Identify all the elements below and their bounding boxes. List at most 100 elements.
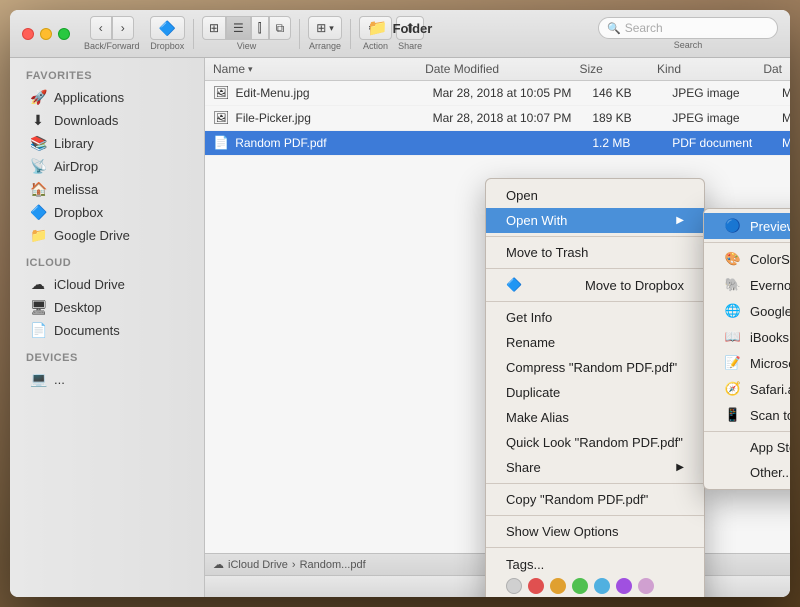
menu-item-open[interactable]: Open: [486, 183, 704, 208]
submenu-item-scantomobile[interactable]: 📱 Scan to Mobile.app: [704, 402, 790, 428]
arrange-label: Arrange: [309, 41, 341, 51]
sort-arrow: ▾: [248, 64, 253, 75]
file-icon-1: 🖼: [213, 110, 230, 126]
view-icon-button[interactable]: ⊞: [202, 16, 226, 40]
file-icon-2: 📄: [213, 135, 229, 151]
sidebar-label-melissa: melissa: [54, 182, 98, 197]
window-title-text: Folder: [393, 21, 433, 36]
sidebar-item-dropbox[interactable]: 🔷 Dropbox: [14, 201, 200, 224]
tags-label[interactable]: Tags...: [506, 557, 684, 572]
sidebar-label-dropbox: Dropbox: [54, 205, 103, 220]
menu-item-open-with[interactable]: Open With ▶ 🔵 Preview.app (default) 🎨 Co…: [486, 208, 704, 233]
table-row[interactable]: 🖼 Edit-Menu.jpg Mar 28, 2018 at 10:05 PM…: [205, 81, 790, 106]
file-icon-0: 🖼: [213, 85, 230, 101]
view-button-group: ⊞ ☰ ⫿ ⧉: [202, 16, 291, 40]
sidebar-item-applications[interactable]: 🚀 Applications: [14, 86, 200, 109]
tag-dot-green[interactable]: [572, 578, 588, 594]
menu-share-label: Share: [506, 460, 541, 475]
sidebar-label-downloads: Downloads: [54, 113, 118, 128]
back-button[interactable]: ‹: [90, 16, 112, 40]
tag-dot-blue[interactable]: [594, 578, 610, 594]
dropbox-label: Dropbox: [150, 41, 184, 51]
menu-item-getinfo[interactable]: Get Info: [486, 305, 704, 330]
sidebar-item-desktop[interactable]: 🖥 Desktop: [14, 296, 200, 319]
submenu-item-safari[interactable]: 🧭 Safari.app: [704, 376, 790, 402]
search-input-wrap[interactable]: 🔍 Search: [598, 17, 778, 39]
dropbox-button[interactable]: 🔷: [150, 16, 185, 40]
sidebar-item-googledrive[interactable]: 📁 Google Drive: [14, 224, 200, 247]
submenu-item-appstore[interactable]: App Store...: [704, 435, 790, 460]
submenu-item-word[interactable]: 📝 Microsoft Word.app: [704, 350, 790, 376]
menu-item-makealias[interactable]: Make Alias: [486, 405, 704, 430]
col-header-size[interactable]: Size: [571, 62, 649, 76]
icloud-icon: ☁: [30, 276, 46, 293]
submenu-label-chrome: Google Chrome.app: [750, 304, 790, 319]
tag-dot-orange[interactable]: [550, 578, 566, 594]
divider-2: [299, 19, 300, 49]
sidebar-item-device[interactable]: 💻 ...: [14, 368, 200, 391]
submenu-label-colorsync: ColorSync Utility.app: [750, 252, 790, 267]
title-bar: ‹ › Back/Forward 🔷 Dropbox ⊞ ☰ ⫿ ⧉: [10, 10, 790, 58]
table-row[interactable]: 📄 Random PDF.pdf 1.2 MB PDF document Ma: [205, 131, 790, 156]
menu-item-viewoptions[interactable]: Show View Options: [486, 519, 704, 544]
tags-section: Tags...: [486, 551, 704, 597]
forward-button[interactable]: ›: [112, 16, 134, 40]
sidebar-label-library: Library: [54, 136, 94, 151]
menu-item-share[interactable]: Share ▶: [486, 455, 704, 480]
file-size-2: 1.2 MB: [584, 134, 664, 152]
menu-sep-5: [486, 515, 704, 516]
sidebar-item-documents[interactable]: 📄 Documents: [14, 319, 200, 342]
tag-dot-pink[interactable]: [638, 578, 654, 594]
word-icon: 📝: [724, 355, 742, 371]
sidebar-item-airdrop[interactable]: 📡 AirDrop: [14, 155, 200, 178]
submenu-item-chrome[interactable]: 🌐 Google Chrome.app: [704, 298, 790, 324]
fullscreen-button[interactable]: [58, 28, 70, 40]
menu-copy-label: Copy "Random PDF.pdf": [506, 492, 648, 507]
menu-item-dropbox[interactable]: 🔷 Move to Dropbox: [486, 272, 704, 298]
action-label: Action: [363, 41, 388, 51]
col-header-datm[interactable]: Dat: [755, 62, 790, 76]
colorsync-icon: 🎨: [724, 251, 742, 267]
submenu-arrow: ▶: [676, 215, 684, 226]
arrange-button[interactable]: ⊞ ▾: [308, 16, 342, 40]
submenu-item-preview[interactable]: 🔵 Preview.app (default): [704, 213, 790, 239]
menu-item-copy[interactable]: Copy "Random PDF.pdf": [486, 487, 704, 512]
safari-icon: 🧭: [724, 381, 742, 397]
table-row[interactable]: 🖼 File-Picker.jpg Mar 28, 2018 at 10:07 …: [205, 106, 790, 131]
sidebar-item-melissa[interactable]: 🏠 melissa: [14, 178, 200, 201]
tag-dot-gray[interactable]: [506, 578, 522, 594]
submenu-label-appstore: App Store...: [750, 440, 790, 455]
col-header-date[interactable]: Date Modified: [417, 62, 571, 76]
submenu-item-evernote[interactable]: 🐘 Evernote.app: [704, 272, 790, 298]
submenu-item-ibooks[interactable]: 📖 iBooks.app: [704, 324, 790, 350]
devices-header: Devices: [10, 348, 204, 368]
tag-dots: [506, 578, 684, 594]
divider-1: [193, 19, 194, 49]
submenu-separator-2: [704, 431, 790, 432]
submenu-item-colorsync[interactable]: 🎨 ColorSync Utility.app: [704, 246, 790, 272]
chevron-down-icon: ▾: [329, 23, 334, 34]
menu-item-compress[interactable]: Compress "Random PDF.pdf": [486, 355, 704, 380]
sidebar-item-library[interactable]: 📚 Library: [14, 132, 200, 155]
col-header-name[interactable]: Name ▾: [205, 62, 417, 76]
menu-item-rename[interactable]: Rename: [486, 330, 704, 355]
view-list-button[interactable]: ☰: [226, 16, 251, 40]
submenu-label-preview: Preview.app (default): [750, 219, 790, 234]
menu-item-quicklook[interactable]: Quick Look "Random PDF.pdf": [486, 430, 704, 455]
file-area: Name ▾ Date Modified Size Kind Dat: [205, 58, 790, 597]
file-date-1: Mar 28, 2018 at 10:07 PM: [425, 109, 585, 127]
tag-dot-red[interactable]: [528, 578, 544, 594]
menu-item-duplicate[interactable]: Duplicate: [486, 380, 704, 405]
submenu-item-other[interactable]: Other...: [704, 460, 790, 485]
view-column-button[interactable]: ⫿: [251, 16, 269, 40]
close-button[interactable]: [22, 28, 34, 40]
tag-dot-purple[interactable]: [616, 578, 632, 594]
menu-item-trash[interactable]: Move to Trash: [486, 240, 704, 265]
view-cover-button[interactable]: ⧉: [269, 16, 292, 40]
open-with-submenu: 🔵 Preview.app (default) 🎨 ColorSync Util…: [703, 208, 790, 490]
sidebar-item-downloads[interactable]: ⬇ Downloads: [14, 109, 200, 132]
sidebar-item-icloud[interactable]: ☁ iCloud Drive: [14, 273, 200, 296]
device-icon: 💻: [30, 371, 46, 388]
minimize-button[interactable]: [40, 28, 52, 40]
col-header-kind[interactable]: Kind: [649, 62, 755, 76]
